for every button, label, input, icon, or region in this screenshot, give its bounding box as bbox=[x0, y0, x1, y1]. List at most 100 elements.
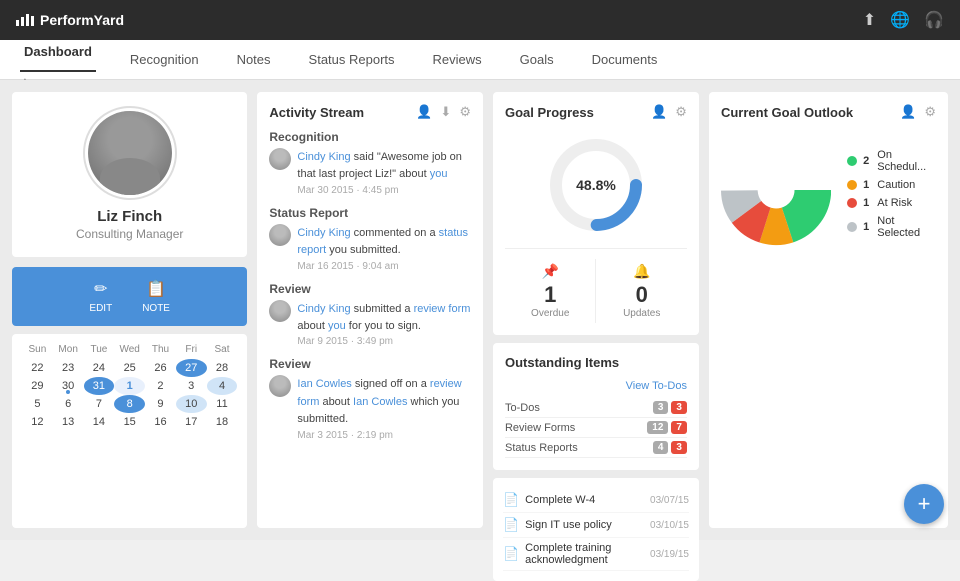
nav-dashboard[interactable]: Dashboard bbox=[20, 32, 96, 72]
review-red: 7 bbox=[671, 421, 687, 434]
top-nav-icons: ⬆ 🌐 🎧 bbox=[863, 10, 944, 30]
goal-outlook-title: Current Goal Outlook bbox=[721, 105, 853, 120]
cindy-link-2[interactable]: Cindy King bbox=[297, 227, 350, 239]
outstanding-row-status: Status Reports 4 3 bbox=[505, 438, 687, 458]
cindy-link-1[interactable]: Cindy King bbox=[297, 151, 350, 163]
left-panel: Liz Finch Consulting Manager ✏ EDIT 📋 NO… bbox=[12, 92, 247, 528]
cal-cell[interactable]: 6 bbox=[53, 395, 84, 413]
nav-reviews[interactable]: Reviews bbox=[429, 40, 486, 80]
cal-cell[interactable]: 13 bbox=[53, 413, 84, 431]
cal-cell[interactable]: 17 bbox=[176, 413, 207, 431]
cal-day-wed: Wed bbox=[114, 344, 145, 355]
doc-icon-1: 📄 bbox=[503, 492, 519, 508]
settings-icon-2[interactable]: ⚙ bbox=[675, 104, 687, 120]
headset-icon[interactable]: 🎧 bbox=[924, 10, 944, 30]
recognition-title: Recognition bbox=[269, 130, 471, 144]
cal-day-thu: Thu bbox=[145, 344, 176, 355]
nav-notes[interactable]: Notes bbox=[233, 40, 275, 80]
outstanding-row-review: Review Forms 12 7 bbox=[505, 418, 687, 438]
dot-on-schedule bbox=[847, 156, 857, 166]
cal-cell-10[interactable]: 10 bbox=[176, 395, 207, 413]
goal-progress-header: Goal Progress 👤 ⚙ bbox=[505, 104, 687, 120]
review-2-title: Review bbox=[269, 357, 471, 371]
cal-cell[interactable]: 12 bbox=[22, 413, 53, 431]
cal-cell-30[interactable]: 30 bbox=[53, 377, 84, 395]
ian-avatar bbox=[269, 375, 291, 397]
dot-caution bbox=[847, 180, 857, 190]
goal-progress-card: Goal Progress 👤 ⚙ 48.8% 📌 1 Overdue bbox=[493, 92, 699, 335]
count-on-schedule: 2 bbox=[863, 155, 869, 167]
cal-cell[interactable]: 11 bbox=[207, 395, 238, 413]
outstanding-header: Outstanding Items bbox=[505, 355, 687, 370]
nav-documents[interactable]: Documents bbox=[588, 40, 662, 80]
upload-icon[interactable]: ⬆ bbox=[863, 10, 876, 30]
cal-cell[interactable]: 16 bbox=[145, 413, 176, 431]
fab-button[interactable]: + bbox=[904, 484, 944, 524]
overdue-stat: 📌 1 Overdue bbox=[505, 259, 596, 323]
cal-cell-31[interactable]: 31 bbox=[84, 377, 115, 395]
cal-cell[interactable]: 7 bbox=[84, 395, 115, 413]
cal-cell[interactable]: 22 bbox=[22, 359, 53, 377]
updates-label: Updates bbox=[623, 308, 660, 319]
cindy-link-3[interactable]: Cindy King bbox=[297, 303, 350, 315]
globe-icon[interactable]: 🌐 bbox=[890, 10, 910, 30]
todo-item-3-left: 📄 Complete training acknowledgment bbox=[503, 542, 650, 566]
ian-link-1[interactable]: Ian Cowles bbox=[297, 378, 351, 390]
status-report-text: Cindy King commented on a status report … bbox=[297, 224, 471, 272]
you-link-2[interactable]: you bbox=[328, 320, 346, 332]
you-link-1[interactable]: you bbox=[430, 168, 448, 180]
todos-total: 3 bbox=[653, 401, 669, 414]
cal-cell-4[interactable]: 4 bbox=[207, 377, 238, 395]
todo-item-1-left: 📄 Complete W-4 bbox=[503, 492, 595, 508]
nav-goals[interactable]: Goals bbox=[516, 40, 558, 80]
cal-cell[interactable]: 3 bbox=[176, 377, 207, 395]
cal-cell[interactable]: 25 bbox=[114, 359, 145, 377]
settings-icon[interactable]: ⚙ bbox=[459, 104, 471, 120]
cal-cell-27[interactable]: 27 bbox=[176, 359, 207, 377]
count-not-selected: 1 bbox=[863, 221, 869, 233]
cal-cell[interactable]: 14 bbox=[84, 413, 115, 431]
donut-chart: 48.8% bbox=[505, 130, 687, 240]
cindy-avatar-3 bbox=[269, 300, 291, 322]
person-icon[interactable]: 👤 bbox=[416, 104, 432, 120]
download-icon[interactable]: ⬇ bbox=[440, 104, 451, 120]
note-button[interactable]: 📋 NOTE bbox=[142, 279, 170, 314]
cal-cell[interactable]: 23 bbox=[53, 359, 84, 377]
cal-cell[interactable]: 26 bbox=[145, 359, 176, 377]
status-red: 3 bbox=[671, 441, 687, 454]
cal-cell[interactable]: 29 bbox=[22, 377, 53, 395]
review-badges: 12 7 bbox=[647, 421, 687, 434]
outstanding-row-todos: To-Dos 3 3 bbox=[505, 398, 687, 418]
avatar-image bbox=[88, 108, 172, 198]
cal-cell[interactable]: 28 bbox=[207, 359, 238, 377]
goal-outlook-header: Current Goal Outlook 👤 ⚙ bbox=[721, 104, 936, 120]
view-todos-link[interactable]: View To-Dos bbox=[505, 380, 687, 392]
review-form-link-1[interactable]: review form bbox=[414, 303, 471, 315]
cal-cell-8[interactable]: 8 bbox=[114, 395, 145, 413]
cal-cell[interactable]: 24 bbox=[84, 359, 115, 377]
todo-item-1: 📄 Complete W-4 03/07/15 bbox=[503, 488, 689, 513]
todo-item-2-left: 📄 Sign IT use policy bbox=[503, 517, 612, 533]
person-icon-2[interactable]: 👤 bbox=[651, 104, 667, 120]
pie-chart bbox=[721, 130, 831, 250]
cal-cell[interactable]: 15 bbox=[114, 413, 145, 431]
nav-recognition[interactable]: Recognition bbox=[126, 40, 203, 80]
settings-icon-3[interactable]: ⚙ bbox=[924, 104, 936, 120]
person-icon-3[interactable]: 👤 bbox=[900, 104, 916, 120]
status-report-row: Cindy King commented on a status report … bbox=[269, 224, 471, 272]
ian-link-2[interactable]: Ian Cowles bbox=[353, 396, 407, 408]
cal-cell-1[interactable]: 1 bbox=[114, 377, 145, 395]
cal-cell[interactable]: 18 bbox=[207, 413, 238, 431]
nav-status-reports[interactable]: Status Reports bbox=[305, 40, 399, 80]
cal-cell[interactable]: 5 bbox=[22, 395, 53, 413]
review-1-row: Cindy King submitted a review form about… bbox=[269, 300, 471, 348]
calendar-grid: 22 23 24 25 26 27 28 29 30 31 1 2 3 4 5 … bbox=[22, 359, 237, 431]
review-2-time: Mar 3 2015 · 2:19 pm bbox=[297, 430, 471, 441]
cal-day-tue: Tue bbox=[84, 344, 115, 355]
edit-button[interactable]: ✏ EDIT bbox=[89, 279, 112, 314]
action-bar: ✏ EDIT 📋 NOTE bbox=[12, 267, 247, 326]
label-at-risk: At Risk bbox=[877, 197, 912, 209]
cal-cell[interactable]: 9 bbox=[145, 395, 176, 413]
dot-at-risk bbox=[847, 198, 857, 208]
cal-cell[interactable]: 2 bbox=[145, 377, 176, 395]
